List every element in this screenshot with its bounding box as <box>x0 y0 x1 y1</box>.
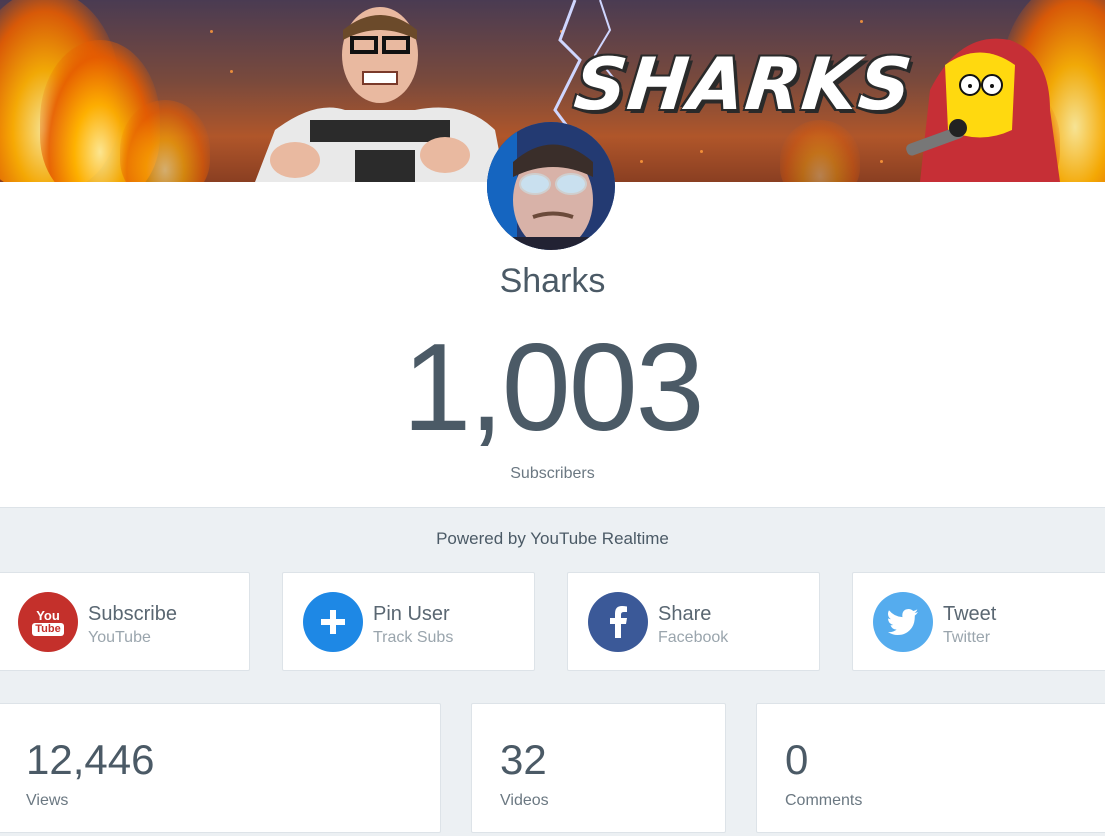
ember-decoration <box>700 150 703 153</box>
plus-icon <box>303 592 363 652</box>
subscriber-label: Subscribers <box>510 465 595 482</box>
comments-label: Comments <box>785 792 863 809</box>
subscriber-count: 1,003 <box>402 319 704 457</box>
banner-title: SHARKS <box>570 42 917 126</box>
share-facebook-button[interactable]: Share Facebook <box>567 572 820 671</box>
subscribe-button[interactable]: You Tube Subscribe YouTube <box>0 572 250 671</box>
subscribe-subtitle: YouTube <box>88 629 151 646</box>
subscribe-title: Subscribe <box>88 603 177 625</box>
share-subtitle: Facebook <box>658 629 729 646</box>
pin-user-button[interactable]: Pin User Track Subs <box>282 572 535 671</box>
ember-decoration <box>640 160 643 163</box>
avatar[interactable] <box>487 122 615 250</box>
pin-user-subtitle: Track Subs <box>373 629 454 646</box>
stat-card-videos: 32 Videos <box>471 703 726 833</box>
avatar-photo <box>487 122 615 250</box>
cartoon-character <box>906 38 1060 182</box>
comments-value: 0 <box>785 736 809 783</box>
tweet-title: Tweet <box>943 603 997 625</box>
facebook-icon <box>588 592 648 652</box>
person-photo <box>255 7 505 182</box>
ember-decoration <box>230 70 233 73</box>
youtube-logo-bottom: Tube <box>32 622 64 636</box>
twitter-icon <box>873 592 933 652</box>
pin-user-title: Pin User <box>373 603 450 625</box>
flame-decoration <box>120 100 210 182</box>
videos-value: 32 <box>500 736 547 783</box>
views-value: 12,446 <box>26 736 155 783</box>
channel-name: Sharks <box>499 262 606 300</box>
youtube-icon: You Tube <box>18 592 78 652</box>
youtube-logo-top: You <box>36 607 60 623</box>
tweet-subtitle: Twitter <box>943 629 991 646</box>
videos-label: Videos <box>500 792 549 809</box>
flame-decoration <box>780 120 860 182</box>
ember-decoration <box>860 20 863 23</box>
stat-card-views: 12,446 Views <box>0 703 441 833</box>
stat-card-comments: 0 Comments <box>756 703 1105 833</box>
ember-decoration <box>880 160 883 163</box>
views-label: Views <box>26 792 69 809</box>
powered-by-text: Powered by YouTube Realtime <box>436 529 669 548</box>
share-title: Share <box>658 603 712 625</box>
tweet-button[interactable]: Tweet Twitter <box>852 572 1105 671</box>
ember-decoration <box>210 30 213 33</box>
